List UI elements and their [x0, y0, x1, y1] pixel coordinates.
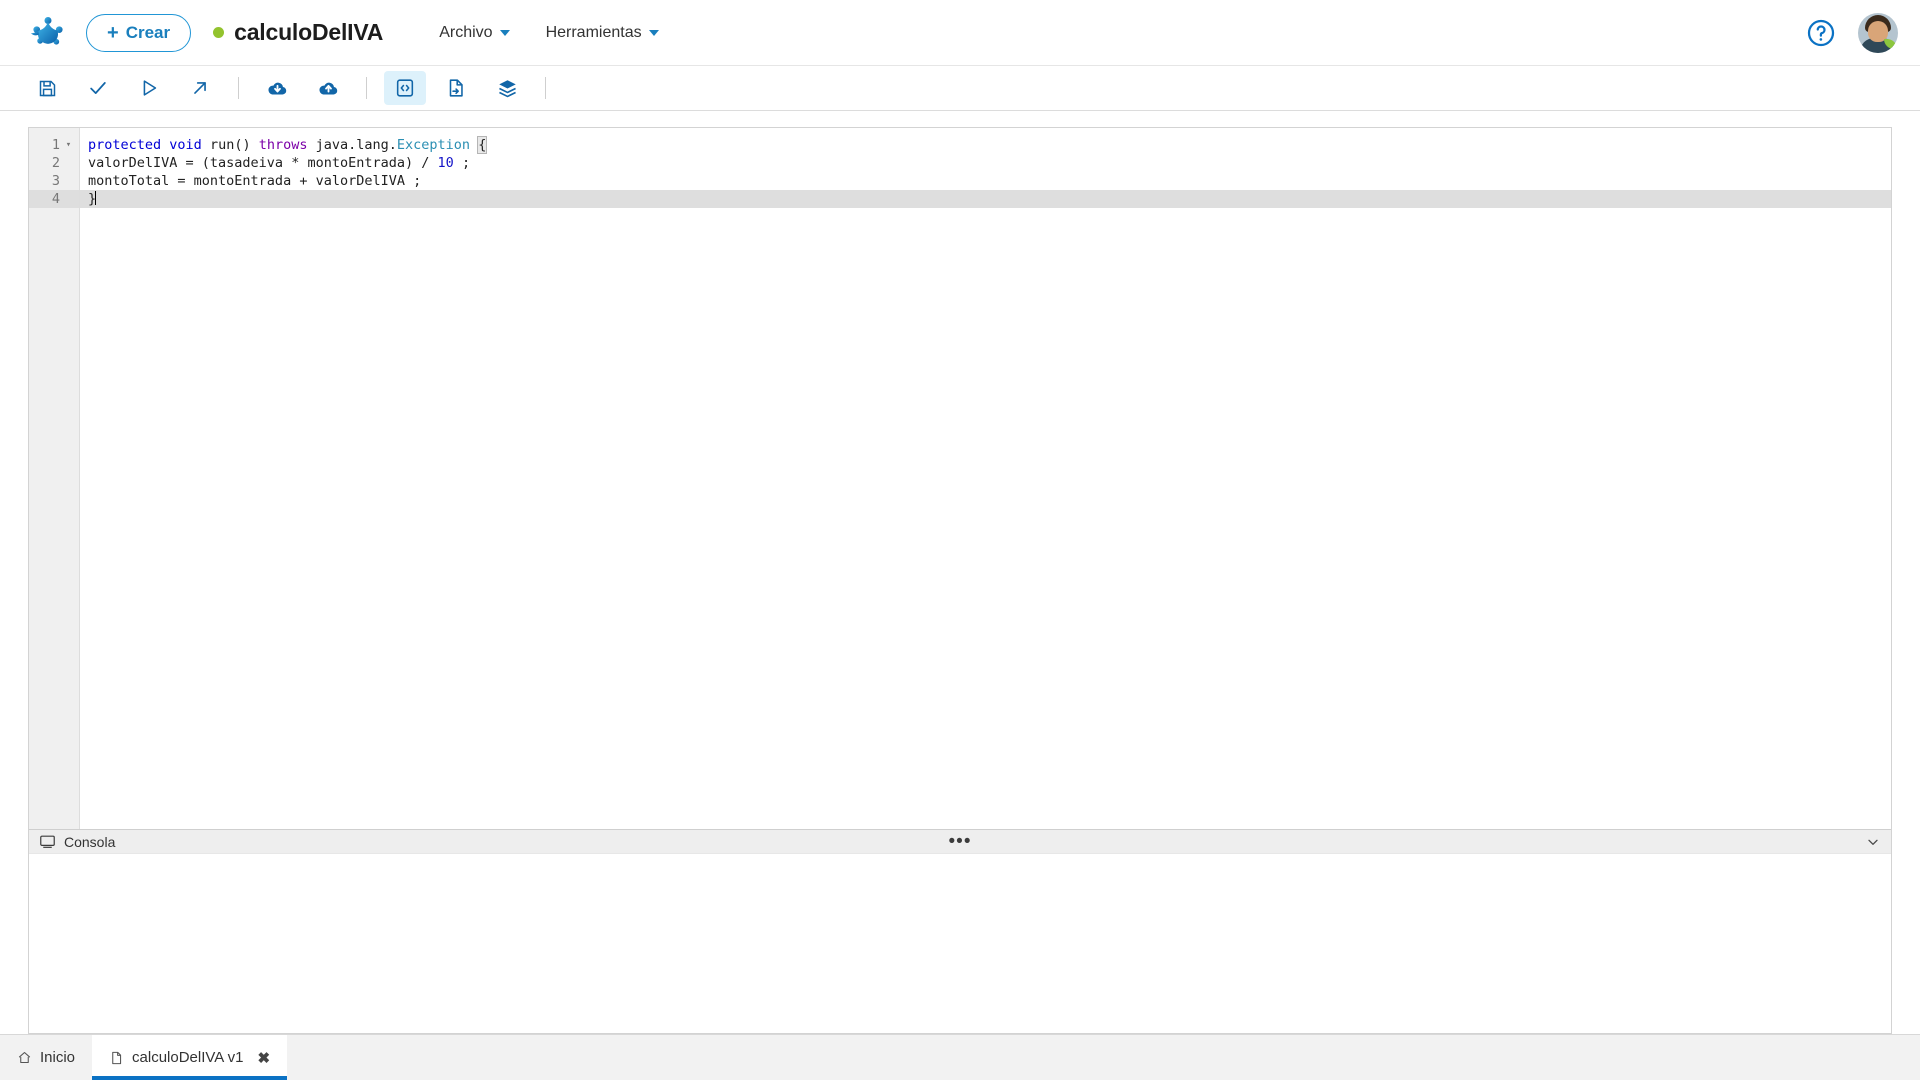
upload-button[interactable] [307, 71, 349, 105]
line-number: 2 [51, 155, 60, 171]
console-header[interactable]: Consola ••• [29, 829, 1891, 853]
status-dot-icon [213, 27, 225, 38]
document-title-group: calculoDelIVA [213, 19, 383, 46]
file-icon [109, 1050, 124, 1066]
tab-inicio-label: Inicio [40, 1049, 76, 1066]
bottom-tab-bar: Inicio calculoDelIVA v1 ✖ [0, 1034, 1920, 1080]
tab-calculodeliva-v1-label: calculoDelIVA v1 [132, 1049, 244, 1066]
code-lines[interactable]: protected void run() throws java.lang.Ex… [80, 128, 1891, 829]
code-line-1: protected void run() throws java.lang.Ex… [80, 136, 1891, 154]
home-icon [17, 1050, 32, 1065]
create-button[interactable]: + Crear [86, 13, 192, 52]
editor-shell: 1 ▾ 2 3 4 protected void run() throws ja… [28, 127, 1892, 1034]
console-menu-dots-icon[interactable]: ••• [949, 832, 972, 851]
console-collapse-chevron-icon[interactable] [1865, 834, 1881, 850]
line-number: 3 [51, 173, 60, 189]
app-root: + Crear calculoDelIVA Archivo Herramient… [0, 0, 1920, 1080]
page-title: calculoDelIVA [234, 19, 384, 45]
menu-archivo-label: Archivo [439, 23, 493, 41]
tab-inicio[interactable]: Inicio [0, 1035, 92, 1080]
avatar[interactable] [1858, 12, 1898, 53]
validate-button[interactable] [77, 71, 119, 105]
console-output-area [29, 853, 1891, 1033]
download-button[interactable] [256, 71, 298, 105]
gutter-line: 1 ▾ [29, 136, 79, 154]
fold-toggle-icon[interactable]: ▾ [64, 136, 73, 154]
gutter-line: 2 [29, 154, 79, 172]
run-button[interactable] [128, 71, 170, 105]
document-button[interactable] [435, 71, 477, 105]
console-label: Consola [64, 833, 116, 850]
editor-toolbar [0, 66, 1920, 111]
code-open-brace: { [477, 136, 488, 154]
console-terminal-icon [39, 833, 57, 851]
layers-button[interactable] [486, 71, 528, 105]
toolbar-separator [545, 77, 546, 99]
menu-herramientas[interactable]: Herramientas [546, 24, 659, 42]
header-right-group [1806, 12, 1898, 53]
create-button-label: Crear [125, 22, 171, 42]
close-icon[interactable]: ✖ [257, 1049, 270, 1067]
chevron-down-icon [648, 29, 659, 36]
tab-calculodeliva-v1[interactable]: calculoDelIVA v1 ✖ [92, 1035, 288, 1080]
toolbar-separator [366, 77, 367, 99]
line-number: 1 [51, 137, 60, 153]
code-assign-lhs: valorDelIVA = (tasadeiva [88, 155, 292, 171]
toolbar-separator [238, 77, 239, 99]
code-editor[interactable]: 1 ▾ 2 3 4 protected void run() throws ja… [29, 128, 1891, 829]
save-button[interactable] [26, 71, 68, 105]
workspace: 1 ▾ 2 3 4 protected void run() throws ja… [0, 111, 1920, 1034]
app-header: + Crear calculoDelIVA Archivo Herramient… [0, 0, 1920, 66]
plus-icon: + [107, 21, 119, 44]
code-line-3: montoTotal = montoEntrada + valorDelIVA … [88, 173, 422, 189]
kw-throws: throws [258, 137, 308, 153]
code-line2-end: ; [453, 155, 471, 171]
code-number-literal: 10 [437, 155, 454, 171]
chevron-down-icon [499, 29, 510, 36]
gutter-line-current: 4 [29, 190, 79, 208]
menu-archivo[interactable]: Archivo [439, 23, 510, 42]
help-circle-icon[interactable] [1806, 18, 1836, 48]
gutter-line: 3 [29, 172, 79, 190]
kw-void: void [169, 137, 202, 153]
tabbar-spacer [287, 1035, 1920, 1080]
open-external-button[interactable] [179, 71, 221, 105]
mendix-frog-logo-icon[interactable] [26, 11, 70, 55]
code-operator-slash: / [421, 155, 430, 171]
menu-herramientas-label: Herramientas [545, 23, 642, 41]
code-line-4: } [80, 190, 1891, 208]
code-method-run: run() [201, 137, 259, 153]
code-view-button[interactable] [384, 71, 426, 105]
line-number: 4 [51, 191, 60, 207]
code-package: java.lang. [307, 137, 397, 153]
line-number-gutter: 1 ▾ 2 3 4 [29, 128, 80, 829]
kw-protected: protected [88, 137, 162, 153]
menu-bar: Archivo Herramientas [439, 23, 659, 42]
code-assign-mid: montoEntrada) [299, 155, 422, 171]
text-caret [95, 191, 97, 205]
code-type-exception: Exception [396, 137, 471, 153]
code-line-2: valorDelIVA = (tasadeiva * montoEntrada)… [80, 154, 1891, 172]
